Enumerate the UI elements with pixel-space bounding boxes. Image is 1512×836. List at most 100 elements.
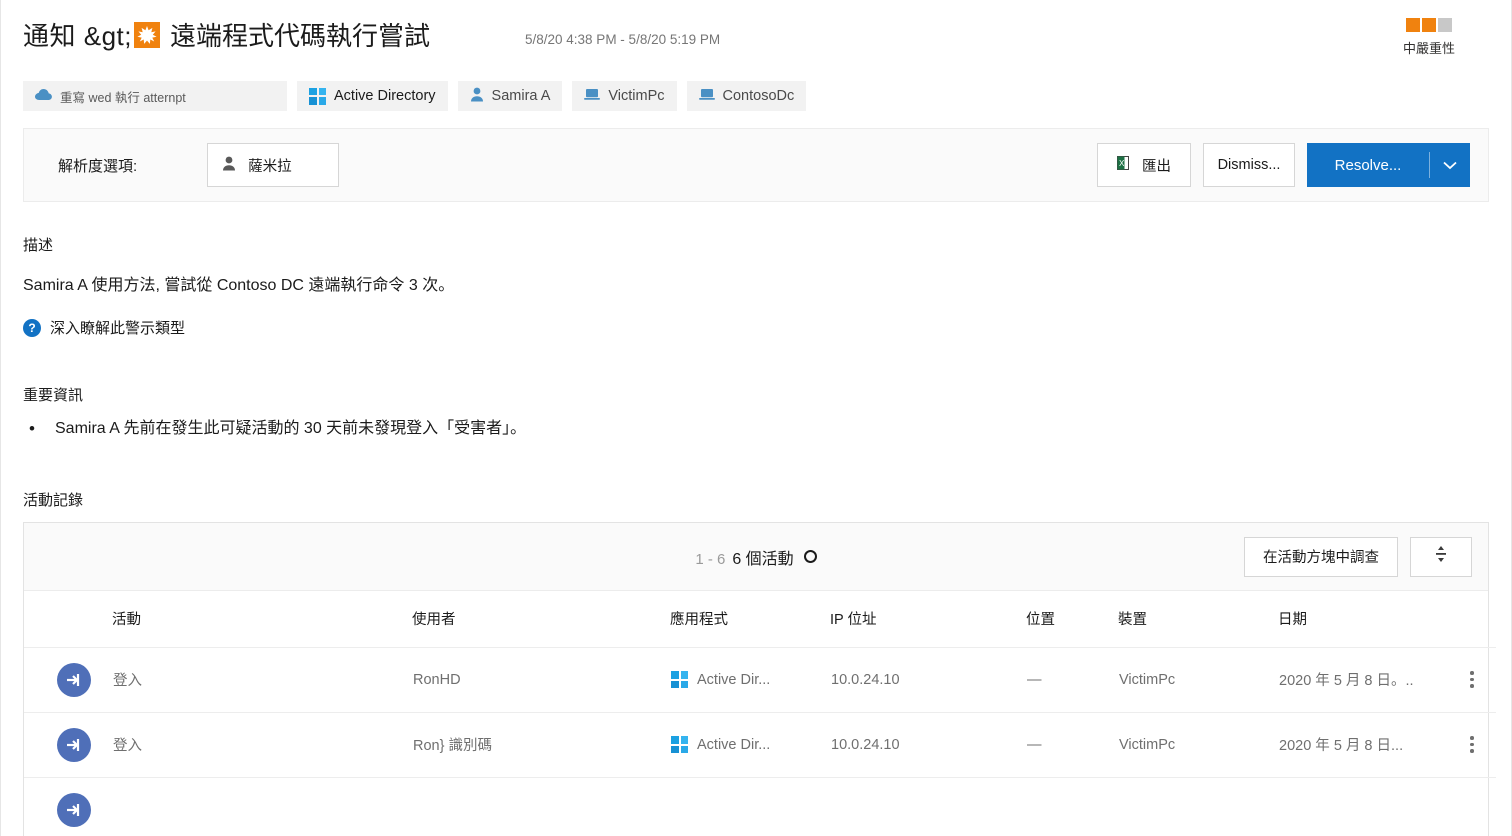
- sign-in-icon: [57, 727, 91, 762]
- entity-chip-label: Active Directory: [334, 88, 436, 104]
- important-list: Samira A 先前在發生此可疑活動的 30 天前未發現登入「受害者」。: [23, 416, 1489, 442]
- entity-chip-victimpc[interactable]: VictimPc: [572, 81, 677, 111]
- important-title: 重要資訊: [23, 387, 84, 404]
- cell-device: VictimPc: [1118, 647, 1278, 713]
- cell-actions[interactable]: [1448, 647, 1496, 713]
- entity-chip-samira-a[interactable]: Samira A: [457, 81, 563, 111]
- cell-app-label: Active Dir...: [697, 671, 771, 688]
- column-header-user[interactable]: 使用者: [412, 591, 670, 648]
- column-header-ip[interactable]: IP 位址: [830, 591, 1026, 648]
- windows-logo-icon: [671, 736, 688, 753]
- description-body: Samira A 使用方法, 嘗試從 Contoso DC 遠端執行命令 3 次…: [23, 277, 455, 294]
- question-circle-icon: ?: [23, 318, 41, 337]
- cell-ip: 10.0.24.10: [830, 647, 1026, 713]
- entity-chip-list: 重寫 wed 執行 atternpt Active Directory Sami…: [1, 78, 1511, 114]
- resolve-button-group[interactable]: Resolve...: [1307, 143, 1470, 187]
- cell-date: 2020 年 5 月 8 日。..: [1278, 647, 1448, 713]
- learn-more-label: 深入瞭解此警示類型: [50, 320, 186, 337]
- assignee-select[interactable]: 薩米拉: [207, 143, 340, 187]
- alert-starburst-icon: [133, 21, 160, 48]
- chevron-down-icon[interactable]: [1430, 143, 1470, 187]
- device-icon: [698, 88, 715, 105]
- cell-ip: 10.0.24.10: [830, 712, 1026, 778]
- investigate-label: 在活動方塊中調查: [1263, 550, 1379, 566]
- description-title: 描述: [23, 237, 54, 254]
- cell-location: —: [1026, 647, 1118, 713]
- kebab-menu-icon[interactable]: [1449, 671, 1495, 688]
- activity-log-title: 活動記錄: [23, 492, 84, 509]
- column-header-activity[interactable]: 活動: [112, 591, 412, 648]
- important-section: 重要資訊 Samira A 先前在發生此可疑活動的 30 天前未發現登入「受害者…: [1, 384, 1511, 442]
- column-header-device[interactable]: 裝置: [1118, 591, 1278, 648]
- severity-badge: 中嚴重性: [1369, 18, 1489, 57]
- sign-in-icon: [57, 662, 91, 697]
- activity-table-container: 1 - 6 6 個活動 在活動方塊中調查 活動 使用者 應用程式 IP 位址 位…: [23, 522, 1496, 836]
- action-bar: 解析度選項: 薩米拉 X 匯出 Dismiss... Resolve...: [23, 128, 1489, 202]
- svg-text:X: X: [1119, 159, 1125, 168]
- row-icon-cell: [24, 777, 112, 836]
- activity-table-head: 活動 使用者 應用程式 IP 位址 位置 裝置 日期: [24, 591, 1496, 648]
- kebab-menu-icon[interactable]: [1449, 736, 1495, 753]
- alert-time-range: 5/8/20 4:38 PM - 5/8/20 5:19 PM: [525, 32, 721, 47]
- activity-table-toolbar: 1 - 6 6 個活動 在活動方塊中調查: [24, 523, 1488, 591]
- alert-detail-page: 通知 &gt; 遠端程式代碼執行嘗試 5/8/20 4:38 PM - 5/8/…: [0, 0, 1512, 836]
- description-section: 描述 Samira A 使用方法, 嘗試從 Contoso DC 遠端執行命令 …: [1, 234, 1511, 338]
- resolve-label[interactable]: Resolve...: [1307, 143, 1429, 187]
- entity-chip-label: VictimPc: [608, 88, 665, 104]
- device-icon: [584, 88, 601, 105]
- sign-in-icon: [57, 792, 91, 827]
- cell-app: Active Dir...: [670, 647, 830, 713]
- severity-bar-3: [1438, 18, 1452, 32]
- activity-log-section: 活動記錄: [1, 489, 1511, 510]
- assignee-value: 薩米拉: [248, 158, 292, 175]
- cell-date: 2020 年 5 月 8 日...: [1278, 712, 1448, 778]
- cell-location: —: [1026, 712, 1118, 778]
- cell-app: Active Dir...: [670, 712, 830, 778]
- export-button[interactable]: X 匯出: [1097, 143, 1191, 187]
- windows-logo-icon: [309, 87, 326, 105]
- entity-chip-contosodc[interactable]: ContosoDc: [686, 81, 807, 111]
- export-label: 匯出: [1142, 158, 1171, 175]
- refresh-circle-icon[interactable]: [803, 550, 817, 563]
- cell-activity: 登入: [112, 647, 412, 713]
- alert-cloud-icon: [35, 88, 52, 105]
- cell-actions[interactable]: [1448, 712, 1496, 778]
- entity-chip-active-directory[interactable]: Active Directory: [297, 81, 448, 111]
- entity-chip-alert[interactable]: 重寫 wed 執行 atternpt: [23, 81, 287, 111]
- severity-label: 中嚴重性: [1402, 41, 1455, 56]
- entity-chip-label: 重寫 wed 執行 atternpt: [60, 90, 186, 105]
- column-header-location[interactable]: 位置: [1026, 591, 1118, 648]
- activity-count: 1 - 6 6 個活動: [695, 545, 817, 569]
- activity-range: 1 - 6: [695, 550, 726, 568]
- column-header-app[interactable]: 應用程式: [670, 591, 830, 648]
- column-header-actions: [1448, 591, 1496, 648]
- severity-bar-1: [1406, 18, 1420, 32]
- cell-partial-row: [112, 777, 1496, 836]
- cell-activity: 登入: [112, 712, 412, 778]
- user-icon: [222, 156, 236, 175]
- cell-user: RonHD: [412, 647, 670, 713]
- cell-device: VictimPc: [1118, 712, 1278, 778]
- cell-app-label: Active Dir...: [697, 736, 771, 753]
- column-header-date[interactable]: 日期: [1278, 591, 1448, 648]
- excel-export-icon: X: [1117, 155, 1133, 175]
- table-row[interactable]: 登入 Ron} 識別碼 Active Dir... 10.0.24.10 — V…: [24, 712, 1496, 778]
- resolution-options-label: 解析度選項:: [58, 157, 138, 175]
- list-item: Samira A 先前在發生此可疑活動的 30 天前未發現登入「受害者」。: [23, 416, 1489, 442]
- learn-more-link[interactable]: ? 深入瞭解此警示類型: [23, 317, 185, 338]
- row-icon-cell: [24, 647, 112, 713]
- page-header: 通知 &gt; 遠端程式代碼執行嘗試 5/8/20 4:38 PM - 5/8/…: [1, 0, 1511, 78]
- cell-user: Ron} 識別碼: [412, 712, 670, 778]
- table-row[interactable]: [24, 777, 1496, 836]
- alert-title-text: 遠端程式代碼執行嘗試: [169, 21, 430, 51]
- dismiss-button[interactable]: Dismiss...: [1203, 143, 1295, 187]
- activity-count-label: 6 個活動: [732, 550, 794, 568]
- dismiss-label: Dismiss...: [1217, 157, 1281, 173]
- table-row[interactable]: 登入 RonHD Active Dir... 10.0.24.10 — Vict…: [24, 647, 1496, 713]
- investigate-button[interactable]: 在活動方塊中調查: [1244, 536, 1398, 577]
- severity-bars: [1369, 18, 1489, 32]
- column-options-button[interactable]: [1410, 536, 1472, 577]
- breadcrumb[interactable]: 通知 &gt;: [23, 16, 132, 53]
- activity-toolbar-actions: 在活動方塊中調查: [1244, 536, 1472, 577]
- user-icon: [470, 87, 484, 106]
